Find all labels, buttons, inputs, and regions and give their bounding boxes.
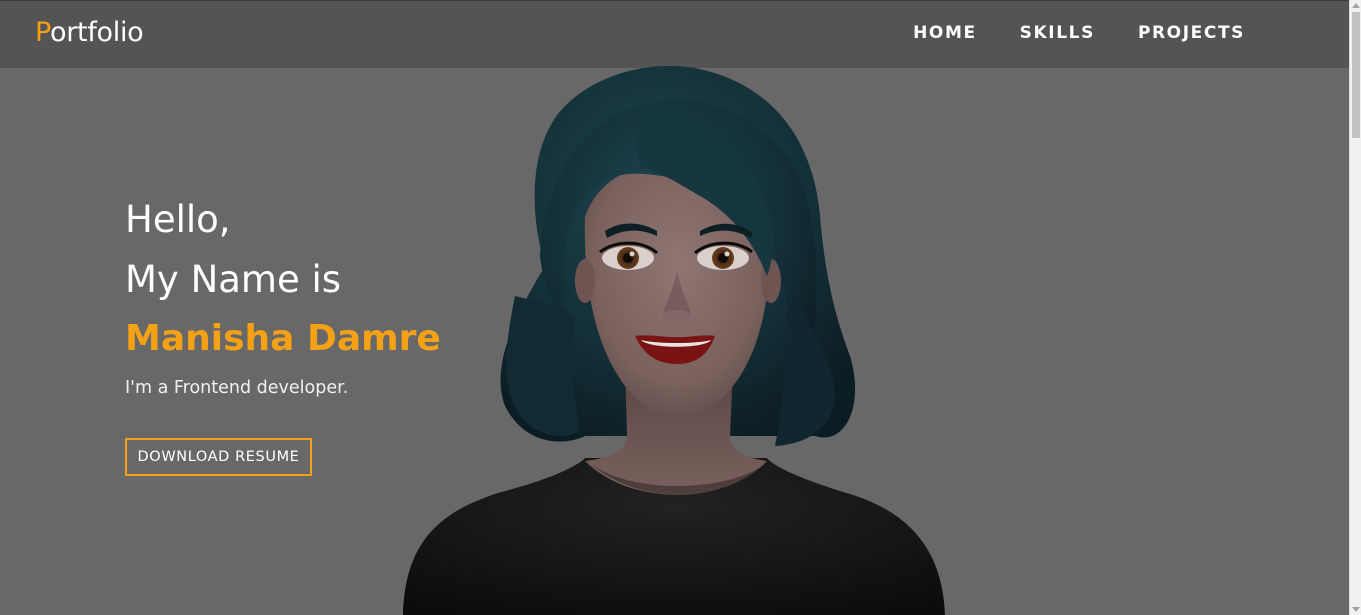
tagline: I'm a Frontend developer. <box>125 378 349 398</box>
nav-projects[interactable]: PROJECTS <box>1138 23 1245 43</box>
brand-initial: P <box>35 17 51 48</box>
nav-home[interactable]: HOME <box>913 23 977 43</box>
navbar: Portfolio HOME SKILLS PROJECTS <box>0 0 1349 68</box>
vertical-scrollbar[interactable] <box>1349 0 1361 615</box>
intro-heading: My Name is <box>125 258 342 301</box>
greeting-heading: Hello, <box>125 198 231 241</box>
download-resume-button[interactable]: DOWNLOAD RESUME <box>125 438 312 476</box>
brand-logo[interactable]: Portfolio <box>35 17 144 48</box>
hero-text: Hello, My Name is Manisha Damre I'm a Fr… <box>125 190 441 398</box>
brand-text: ortfolio <box>50 17 144 48</box>
scroll-down-icon[interactable] <box>1352 607 1360 612</box>
scroll-up-icon[interactable] <box>1352 3 1360 8</box>
main-nav: HOME SKILLS PROJECTS <box>870 23 1245 43</box>
avatar-illustration <box>395 65 955 615</box>
person-name: Manisha Damre <box>125 318 441 359</box>
nav-skills[interactable]: SKILLS <box>1020 23 1095 43</box>
avatar-3d-woman-icon <box>403 65 945 615</box>
portfolio-page: Portfolio HOME SKILLS PROJECTS Hello, My… <box>0 0 1361 615</box>
scrollbar-thumb[interactable] <box>1352 12 1360 138</box>
